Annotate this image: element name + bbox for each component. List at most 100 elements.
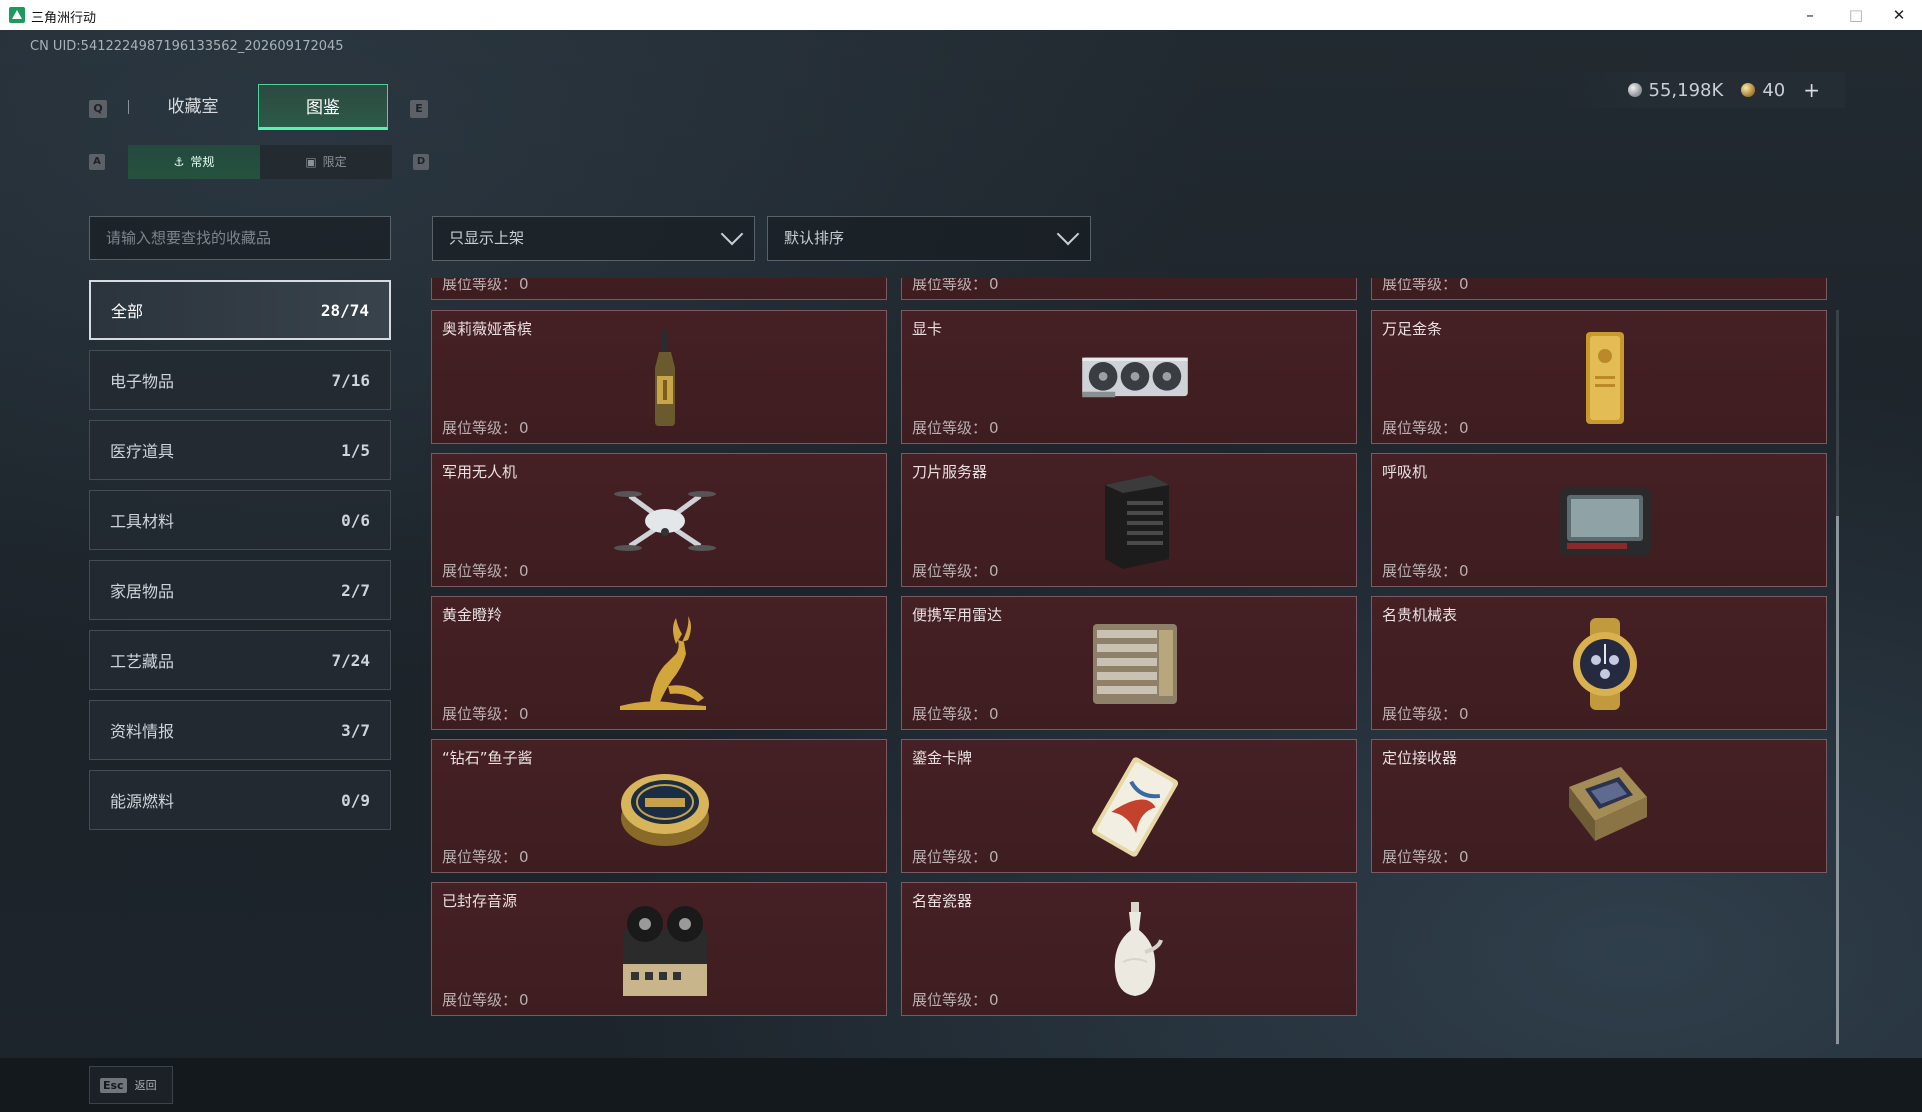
category-item[interactable]: 全部 28/74 xyxy=(89,280,391,340)
collectible-card[interactable]: 定位接收器 展位等级： 0 xyxy=(1371,739,1827,873)
collectible-card[interactable]: 奥莉薇娅香槟 展位等级： 0 xyxy=(431,310,887,444)
window-title: 三角洲行动 xyxy=(31,11,97,26)
booth-level-label: 展位等级： xyxy=(912,278,988,293)
collectible-card[interactable]: 军用无人机展位等级： 0 xyxy=(431,453,887,587)
collectible-card[interactable]: 展位等级： 0 xyxy=(901,278,1357,300)
collectible-card[interactable]: 万足金条展位等级： 0 xyxy=(1371,310,1827,444)
collectible-card[interactable]: 名窑瓷器 展位等级： 0 xyxy=(901,882,1357,1016)
collectible-card[interactable]: 名贵机械表 展位等级： 0 xyxy=(1371,596,1827,730)
close-button[interactable]: ✕ xyxy=(1876,0,1922,30)
silver-coin-icon xyxy=(1627,83,1642,97)
booth-level: 展位等级： 0 xyxy=(1382,703,1469,724)
partial-item xyxy=(610,278,720,287)
server-icon xyxy=(1080,468,1190,574)
collectible-card[interactable]: 展位等级： 0 xyxy=(1371,278,1827,300)
collectible-card[interactable]: 已封存音源 展位等级： 0 xyxy=(431,882,887,1016)
chevron-down-icon xyxy=(720,222,744,246)
category-item[interactable]: 能源燃料 0/9 xyxy=(89,770,391,830)
collectible-card[interactable]: 黄金瞪羚展位等级： 0 xyxy=(431,596,887,730)
minimize-button[interactable]: – xyxy=(1787,0,1833,30)
booth-level-value: 0 xyxy=(989,705,999,723)
subtab-limited-label: 限定 xyxy=(322,155,347,169)
collectible-name: 万足金条 xyxy=(1382,320,1443,338)
sort-dropdown[interactable]: 默认排序 xyxy=(767,216,1091,261)
booth-level: 展位等级： 0 xyxy=(442,703,529,724)
shelf-filter-dropdown[interactable]: 只显示上架 xyxy=(432,216,755,261)
category-label: 全部 xyxy=(111,302,144,321)
booth-level-label: 展位等级： xyxy=(442,278,518,293)
subtab-limited[interactable]: ▣ 限定 xyxy=(260,145,392,179)
category-item[interactable]: 家居物品 2/7 xyxy=(89,560,391,620)
scrollbar-thumb[interactable] xyxy=(1836,516,1839,1044)
collectible-card[interactable]: 便携军用雷达 展位等级： 0 xyxy=(901,596,1357,730)
partial-item xyxy=(1550,278,1660,287)
tab-catalog[interactable]: 图鉴 xyxy=(258,84,388,130)
booth-level-value: 0 xyxy=(989,991,999,1009)
search-input[interactable] xyxy=(89,216,391,260)
key-hint-d: D xyxy=(413,154,429,170)
champagne-bottle-icon xyxy=(610,325,720,431)
collectible-card[interactable]: “钻石”鱼子酱 展位等级： 0 xyxy=(431,739,887,873)
booth-level-value: 0 xyxy=(1459,705,1469,723)
booth-level: 展位等级： 0 xyxy=(912,560,999,581)
booth-level-value: 0 xyxy=(519,848,529,866)
maximize-button[interactable]: □ xyxy=(1833,0,1879,30)
collectible-name: 名窑瓷器 xyxy=(912,892,973,910)
category-item[interactable]: 资料情报 3/7 xyxy=(89,700,391,760)
silver-amount: 55,198K xyxy=(1648,79,1724,101)
booth-level: 展位等级： 0 xyxy=(1382,417,1469,438)
category-item[interactable]: 电子物品 7/16 xyxy=(89,350,391,410)
collectible-name: 已封存音源 xyxy=(442,892,518,910)
subtab-regular-label: 常规 xyxy=(190,155,215,169)
category-item[interactable]: 医疗道具 1/5 xyxy=(89,420,391,480)
booth-level-label: 展位等级： xyxy=(912,419,988,437)
collectible-card[interactable]: 鎏金卡牌 展位等级： 0 xyxy=(901,739,1357,873)
subtab-regular[interactable]: ⚓ 常规 xyxy=(128,145,260,179)
drone-icon xyxy=(610,468,720,574)
back-label: 返回 xyxy=(134,1079,157,1092)
booth-level-label: 展位等级： xyxy=(1382,278,1458,293)
tape-recorder-icon xyxy=(610,897,720,1003)
porcelain-vase-icon xyxy=(1080,897,1190,1003)
collectible-card[interactable]: 刀片服务器展位等级： 0 xyxy=(901,453,1357,587)
category-label: 资料情报 xyxy=(110,722,175,741)
add-currency-button[interactable]: + xyxy=(1803,78,1820,102)
gold-currency: 40 xyxy=(1741,80,1785,101)
gold-coin-icon xyxy=(1741,83,1756,97)
category-count: 3/7 xyxy=(341,720,370,740)
shelf-filter-value: 只显示上架 xyxy=(449,229,525,247)
graphics-card-icon xyxy=(1080,325,1190,431)
booth-level: 展位等级： 0 xyxy=(1382,560,1469,581)
gilded-card-icon xyxy=(1080,754,1190,860)
category-label: 医疗道具 xyxy=(110,442,175,461)
collectible-card[interactable]: 呼吸机 展位等级： 0 xyxy=(1371,453,1827,587)
radar-icon xyxy=(1080,611,1190,717)
booth-level-value: 0 xyxy=(1459,562,1469,580)
collectible-name: 军用无人机 xyxy=(442,463,518,481)
collectible-name: 刀片服务器 xyxy=(912,463,988,481)
category-count: 0/9 xyxy=(341,790,370,810)
app-logo-icon xyxy=(9,7,25,23)
booth-level-value: 0 xyxy=(989,562,999,580)
booth-level-label: 展位等级： xyxy=(1382,562,1458,580)
category-label: 能源燃料 xyxy=(110,792,175,811)
main-tabs: 收藏室 图鉴 xyxy=(128,84,388,130)
tab-collection-room[interactable]: 收藏室 xyxy=(128,84,258,130)
booth-level: 展位等级： 0 xyxy=(912,703,999,724)
esc-key-hint: Esc xyxy=(100,1077,127,1093)
booth-level-value: 0 xyxy=(519,991,529,1009)
booth-level: 展位等级： 0 xyxy=(442,560,529,581)
back-button[interactable]: Esc 返回 xyxy=(89,1066,173,1104)
collectible-name: 定位接收器 xyxy=(1382,749,1458,767)
category-item[interactable]: 工具材料 0/6 xyxy=(89,490,391,550)
collectible-card[interactable]: 展位等级： 0 xyxy=(431,278,887,300)
collectible-name: 黄金瞪羚 xyxy=(442,606,503,624)
booth-level-label: 展位等级： xyxy=(1382,848,1458,866)
category-item[interactable]: 工艺藏品 7/24 xyxy=(89,630,391,690)
collectible-card[interactable]: 显卡 展位等级： 0 xyxy=(901,310,1357,444)
chevron-down-icon xyxy=(1056,222,1080,246)
collectible-name: 鎏金卡牌 xyxy=(912,749,973,767)
category-label: 工艺藏品 xyxy=(110,652,175,671)
bottom-bar: Esc 返回 xyxy=(0,1058,1922,1112)
booth-level-label: 展位等级： xyxy=(1382,419,1458,437)
